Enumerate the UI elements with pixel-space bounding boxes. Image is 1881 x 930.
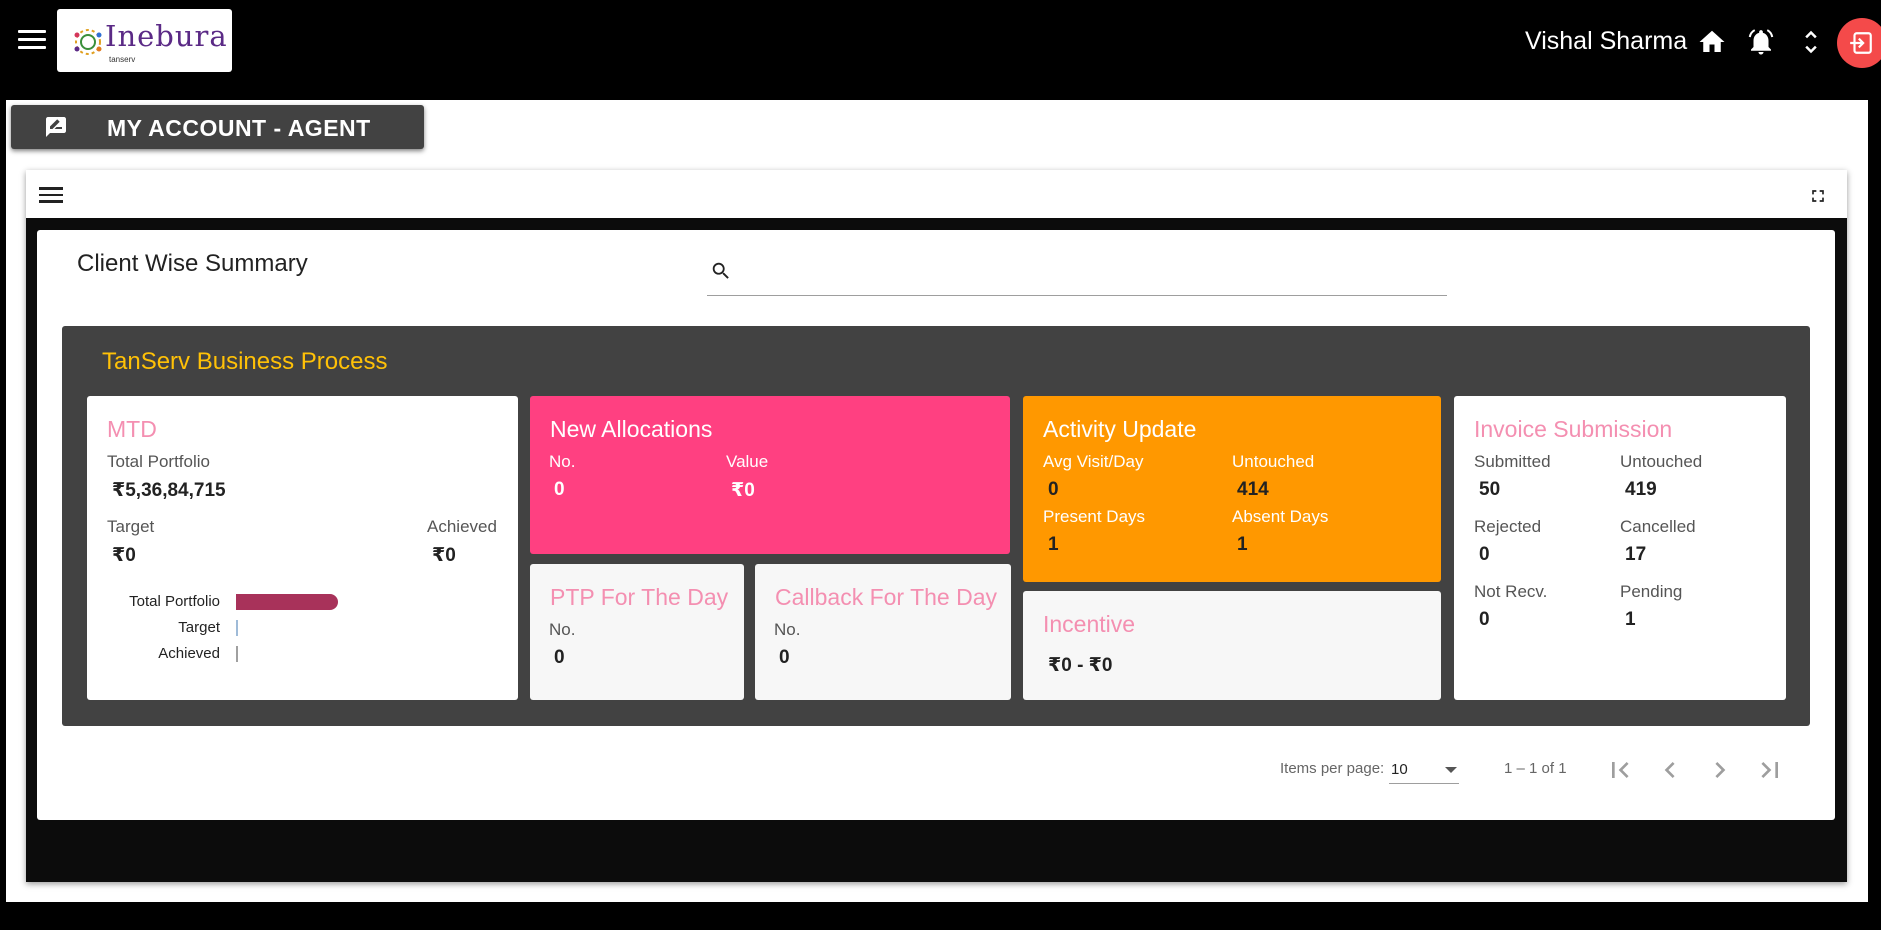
avg-visit-value: 0 [1048, 479, 1059, 500]
top-bar: Inebura tanserv Vishal Sharma [0, 0, 1881, 84]
total-portfolio-value: ₹5,36,84,715 [112, 480, 226, 501]
bar-total-portfolio [236, 594, 338, 610]
activity-untouched-label: Untouched [1232, 452, 1315, 471]
bell-icon[interactable] [1746, 27, 1776, 57]
callback-title: Callback For The Day [775, 584, 997, 610]
alloc-no-value: 0 [554, 479, 565, 500]
invoice-submission-tile: Invoice Submission Submitted 50 Untouche… [1454, 396, 1786, 700]
new-allocations-tile: New Allocations No. 0 Value ₹0 [530, 396, 1010, 554]
absent-days-label: Absent Days [1232, 507, 1329, 526]
present-days-label: Present Days [1043, 507, 1146, 526]
bar-label-achieved: Achieved [158, 645, 220, 662]
summary-title: Client Wise Summary [77, 250, 308, 277]
business-title: TanServ Business Process [102, 348, 388, 375]
rejected-label: Rejected [1474, 517, 1542, 536]
not-recv-label: Not Recv. [1474, 582, 1548, 601]
bar-target [236, 620, 238, 636]
bar-label-total-portfolio: Total Portfolio [129, 593, 220, 610]
edit-note-icon [46, 117, 66, 137]
summary-panel: Client Wise Summary TanServ Business Pro… [26, 170, 1847, 882]
fullscreen-icon[interactable] [1808, 186, 1828, 206]
menu-icon[interactable] [18, 30, 46, 54]
callback-tile: Callback For The Day No. 0 [755, 564, 1011, 700]
search-field[interactable] [707, 252, 1447, 296]
invoice-untouched-value: 419 [1625, 479, 1657, 500]
first-page-icon[interactable] [1604, 754, 1636, 786]
logout-icon [1850, 32, 1872, 54]
submitted-value: 50 [1479, 479, 1501, 500]
expand-collapse-icon[interactable] [1796, 27, 1826, 57]
incentive-tile: Incentive ₹0 - ₹0 [1023, 591, 1441, 700]
page-content: MY ACCOUNT - AGENT Client Wise Summary T… [6, 100, 1868, 902]
activity-update-tile: Activity Update Avg Visit/Day 0 Untouche… [1023, 396, 1441, 582]
items-per-page-select[interactable]: 10 [1389, 756, 1459, 784]
invoice-title: Invoice Submission [1474, 416, 1673, 442]
client-summary-card: Client Wise Summary TanServ Business Pro… [37, 230, 1835, 820]
bar-achieved [236, 646, 238, 662]
page-header: MY ACCOUNT - AGENT [11, 105, 424, 149]
last-page-icon[interactable] [1754, 754, 1786, 786]
mtd-title: MTD [107, 416, 157, 442]
alloc-value-value: ₹0 [731, 480, 755, 501]
chevron-down-icon [1445, 767, 1457, 773]
total-portfolio-label: Total Portfolio [107, 452, 210, 471]
search-icon [712, 262, 729, 279]
cancelled-label: Cancelled [1620, 517, 1696, 536]
activity-untouched-value: 414 [1237, 479, 1269, 500]
target-label: Target [107, 517, 155, 536]
ptp-tile: PTP For The Day No. 0 [530, 564, 744, 700]
target-value: ₹0 [112, 545, 136, 566]
pending-value: 1 [1625, 609, 1636, 630]
logo-text: Inebura [105, 19, 228, 53]
bar-label-target: Target [178, 619, 220, 636]
next-page-icon[interactable] [1704, 754, 1736, 786]
logo-subtext: tanserv [109, 55, 136, 64]
mtd-tile: MTD Total Portfolio ₹5,36,84,715 Target … [87, 396, 518, 700]
items-per-page-value: 10 [1391, 761, 1408, 778]
new-allocations-title: New Allocations [550, 416, 713, 442]
activity-title: Activity Update [1043, 416, 1197, 442]
ptp-no-value: 0 [554, 647, 565, 668]
panel-toolbar [26, 170, 1847, 218]
callback-no-value: 0 [779, 647, 790, 668]
alloc-no-label: No. [549, 452, 576, 471]
incentive-title: Incentive [1043, 611, 1136, 637]
previous-page-icon[interactable] [1654, 754, 1686, 786]
pending-label: Pending [1620, 582, 1683, 601]
callback-no-label: No. [774, 620, 801, 639]
logout-button[interactable] [1837, 18, 1881, 68]
submitted-label: Submitted [1474, 452, 1551, 471]
avg-visit-label: Avg Visit/Day [1043, 452, 1144, 471]
cancelled-value: 17 [1625, 544, 1647, 565]
rejected-value: 0 [1479, 544, 1490, 565]
achieved-value: ₹0 [432, 545, 456, 566]
ptp-title: PTP For The Day [550, 584, 729, 610]
incentive-value: ₹0 - ₹0 [1048, 655, 1113, 676]
logo[interactable]: Inebura tanserv [57, 9, 232, 72]
search-input[interactable] [743, 256, 1443, 290]
present-days-value: 1 [1048, 534, 1059, 555]
page-range: 1 – 1 of 1 [1504, 760, 1567, 777]
absent-days-value: 1 [1237, 534, 1248, 555]
page-title: MY ACCOUNT - AGENT [107, 115, 371, 141]
not-recv-value: 0 [1479, 609, 1490, 630]
ptp-no-label: No. [549, 620, 576, 639]
achieved-label: Achieved [427, 517, 497, 536]
home-icon[interactable] [1697, 27, 1727, 57]
business-process-block: TanServ Business Process MTD Total Portf… [62, 326, 1810, 726]
items-per-page-label: Items per page: [1280, 760, 1385, 777]
logo-mark-icon [74, 29, 102, 55]
invoice-untouched-label: Untouched [1620, 452, 1703, 471]
panel-menu-icon[interactable] [39, 187, 63, 205]
user-name: Vishal Sharma [1525, 27, 1688, 55]
paginator: Items per page: 10 1 – 1 of 1 [37, 750, 1835, 790]
alloc-value-label: Value [726, 452, 769, 471]
